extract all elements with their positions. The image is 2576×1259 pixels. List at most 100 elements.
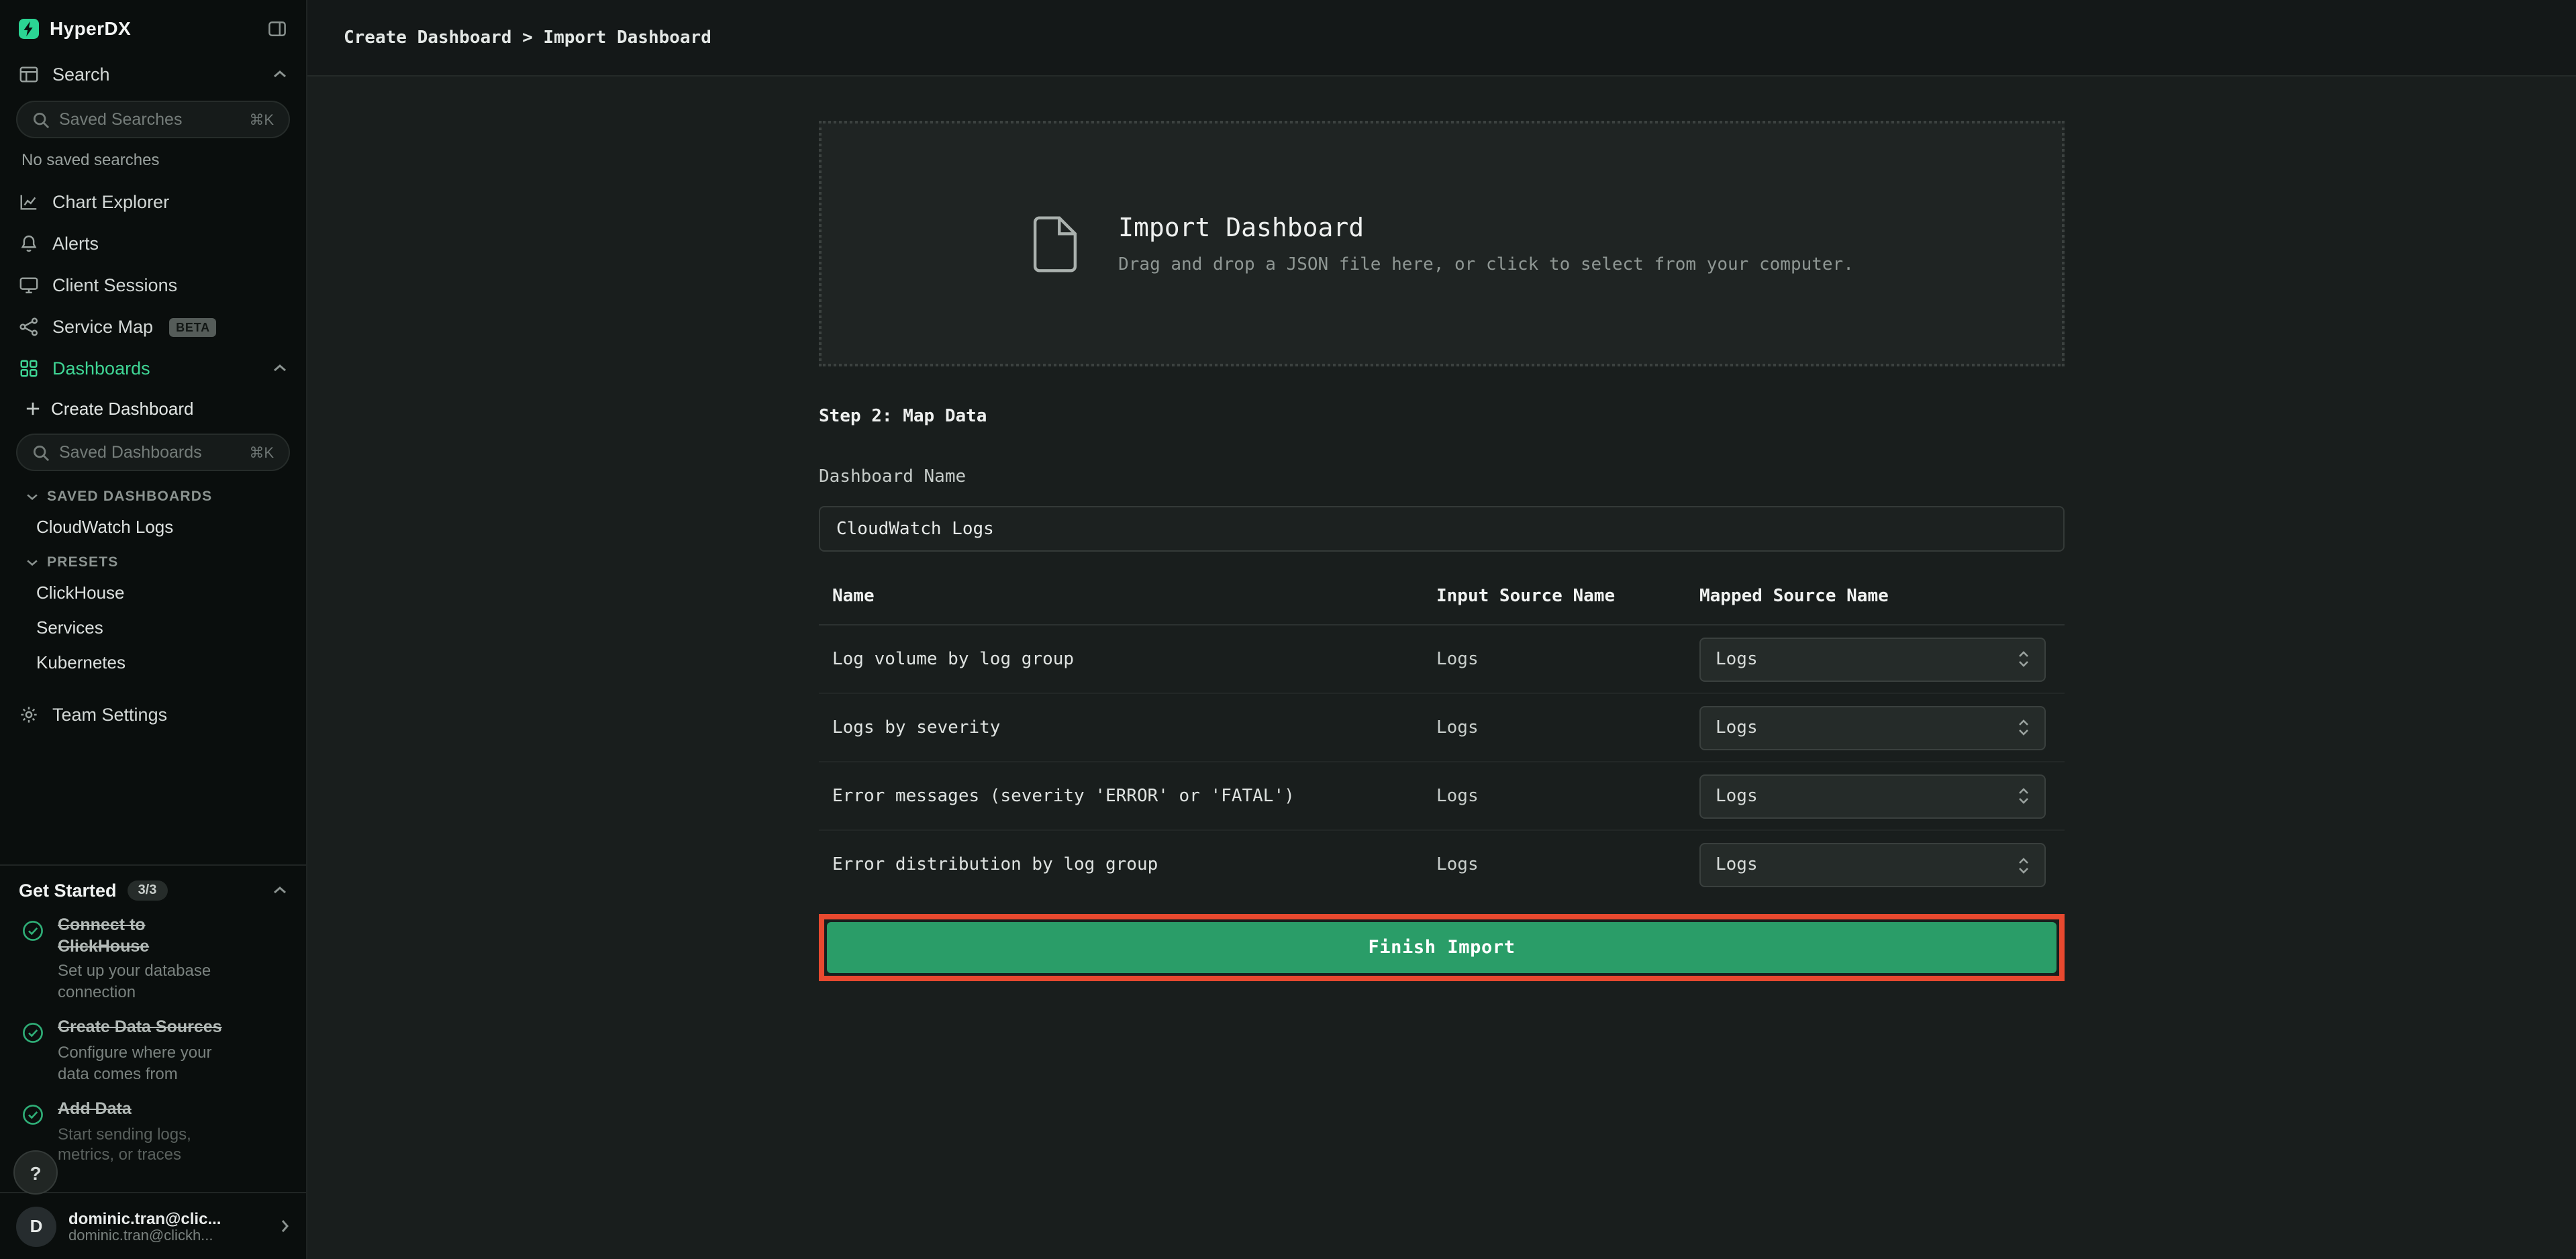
avatar: D: [16, 1206, 56, 1246]
input-source-value: Logs: [1436, 649, 1699, 669]
sidebar-item-alerts[interactable]: Alerts: [0, 223, 306, 264]
plus-icon: [26, 401, 40, 416]
sidebar-item-label: Chart Explorer: [52, 192, 169, 212]
selected-option: Logs: [1716, 855, 1758, 875]
chart-name: Error distribution by log group: [819, 855, 1436, 875]
preset-link-services[interactable]: Services: [0, 611, 306, 646]
select-caret-icon: [2018, 787, 2030, 805]
sidebar-item-chart-explorer[interactable]: Chart Explorer: [0, 181, 306, 223]
collapse-sidebar-icon[interactable]: [267, 18, 287, 38]
hyperdx-logo: [19, 18, 39, 38]
topbar: Create Dashboard > Import Dashboard: [307, 0, 2576, 77]
sidebar-item-client-sessions[interactable]: Client Sessions: [0, 264, 306, 306]
mapped-source-select[interactable]: Logs: [1699, 705, 2046, 750]
step-description: Configure where your data comes from: [58, 1043, 235, 1085]
user-menu[interactable]: D dominic.tran@clic... dominic.tran@clic…: [0, 1192, 306, 1259]
user-texts: dominic.tran@clic... dominic.tran@clickh…: [68, 1209, 221, 1244]
get-started-title: Get Started: [19, 880, 117, 901]
grid-icon: [19, 358, 39, 379]
column-header-input-source: Input Source Name: [1436, 587, 1699, 607]
sidebar-header: HyperDX: [0, 0, 306, 51]
sidebar-item-label: Alerts: [52, 234, 99, 254]
table-row: Log volume by log group Logs Logs: [819, 625, 2065, 694]
get-started-step-sources[interactable]: Create Data Sources Configure where your…: [21, 1018, 285, 1085]
dropzone-title: Import Dashboard: [1118, 213, 1854, 242]
screenshot-stage: HyperDX Search Saved Searches ⌘K: [0, 0, 2576, 1259]
no-saved-searches-note: No saved searches: [0, 146, 306, 181]
app-title: HyperDX: [50, 17, 131, 39]
sidebar-item-service-map[interactable]: Service Map BETA: [0, 306, 306, 348]
saved-dashboards-placeholder: Saved Dashboards: [59, 443, 240, 462]
chevron-up-icon: [273, 886, 287, 895]
saved-searches-input[interactable]: Saved Searches ⌘K: [16, 101, 290, 138]
saved-dashboards-input[interactable]: Saved Dashboards ⌘K: [16, 434, 290, 471]
step-description: Set up your database connection: [58, 962, 235, 1003]
create-dashboard-label: Create Dashboard: [51, 399, 193, 419]
sidebar-item-label: Dashboards: [52, 358, 150, 379]
step-texts: Create Data Sources Configure where your…: [58, 1018, 235, 1085]
table-row: Error distribution by log group Logs Log…: [819, 831, 2065, 899]
get-started-step-add-data[interactable]: Add Data Start sending logs, metrics, or…: [21, 1100, 285, 1167]
mapped-source-cell: Logs: [1699, 705, 2065, 750]
sidebar-item-dashboards[interactable]: Dashboards: [0, 348, 306, 389]
chevron-down-icon: [26, 493, 39, 501]
chevron-down-icon: [26, 558, 39, 566]
select-caret-icon: [2018, 718, 2030, 737]
mapped-source-select[interactable]: Logs: [1699, 774, 2046, 818]
dashboard-link-cloudwatch-logs[interactable]: CloudWatch Logs: [0, 510, 306, 545]
get-started-header[interactable]: Get Started 3/3: [19, 880, 287, 901]
chevron-right-icon: [281, 1219, 290, 1233]
preset-link-clickhouse[interactable]: ClickHouse: [0, 576, 306, 611]
group-header-label: PRESETS: [47, 554, 118, 570]
table-row: Error messages (severity 'ERROR' or 'FAT…: [819, 762, 2065, 831]
presets-group-header[interactable]: PRESETS: [0, 545, 306, 576]
service-map-icon: [19, 317, 39, 337]
sidebar-item-label: Client Sessions: [52, 275, 177, 295]
chart-name: Logs by severity: [819, 717, 1436, 738]
select-caret-icon: [2018, 650, 2030, 668]
sidebar-item-team-settings[interactable]: Team Settings: [0, 694, 306, 736]
saved-searches-placeholder: Saved Searches: [59, 110, 240, 129]
mapped-source-select[interactable]: Logs: [1699, 843, 2046, 887]
sidebar: HyperDX Search Saved Searches ⌘K: [0, 0, 307, 1259]
group-header-label: SAVED DASHBOARDS: [47, 489, 212, 505]
mapped-source-select[interactable]: Logs: [1699, 637, 2046, 681]
import-dashboard-content: Import Dashboard Drag and drop a JSON fi…: [819, 121, 2065, 981]
preset-link-kubernetes[interactable]: Kubernetes: [0, 646, 306, 681]
step-title: Connect to ClickHouse: [58, 915, 235, 958]
step-title: Create Data Sources: [58, 1018, 235, 1039]
mapped-source-cell: Logs: [1699, 843, 2065, 887]
create-dashboard-button[interactable]: Create Dashboard: [0, 389, 306, 428]
chevron-up-icon: [273, 70, 287, 79]
finish-import-button[interactable]: Finish Import: [827, 922, 2057, 973]
get-started-progress-badge: 3/3: [128, 880, 168, 901]
bell-icon: [19, 234, 39, 254]
user-email: dominic.tran@clickh...: [68, 1227, 221, 1244]
json-dropzone[interactable]: Import Dashboard Drag and drop a JSON fi…: [819, 121, 2065, 366]
dashboard-name-label: Dashboard Name: [819, 467, 2065, 487]
annotation-highlight-box: Finish Import: [819, 914, 2065, 981]
app-window: HyperDX Search Saved Searches ⌘K: [0, 0, 2576, 1259]
selected-option: Logs: [1716, 649, 1758, 669]
user-name: dominic.tran@clic...: [68, 1209, 221, 1227]
sidebar-section-search[interactable]: Search: [0, 54, 306, 95]
dropzone-subtitle: Drag and drop a JSON file here, or click…: [1118, 254, 1854, 274]
chart-name: Log volume by log group: [819, 649, 1436, 669]
chevron-up-icon: [273, 364, 287, 373]
gear-icon: [19, 705, 39, 725]
shortcut-hint: ⌘K: [249, 111, 274, 128]
table-header-row: Name Input Source Name Mapped Source Nam…: [819, 587, 2065, 625]
select-caret-icon: [2018, 856, 2030, 874]
dashboard-name-input[interactable]: [819, 506, 2065, 552]
check-circle-icon: [21, 919, 44, 1003]
saved-dashboards-group-header[interactable]: SAVED DASHBOARDS: [0, 479, 306, 510]
step-description: Start sending logs, metrics, or traces: [58, 1125, 235, 1166]
dropzone-texts: Import Dashboard Drag and drop a JSON fi…: [1118, 213, 1854, 274]
get-started-step-connect[interactable]: Connect to ClickHouse Set up your databa…: [21, 915, 285, 1003]
beta-badge: BETA: [169, 317, 217, 336]
search-icon: [32, 111, 50, 128]
mapped-source-cell: Logs: [1699, 637, 2065, 681]
input-source-value: Logs: [1436, 717, 1699, 738]
sidebar-nav: Search Saved Searches ⌘K No saved search…: [0, 51, 306, 864]
help-button[interactable]: ?: [13, 1150, 58, 1195]
